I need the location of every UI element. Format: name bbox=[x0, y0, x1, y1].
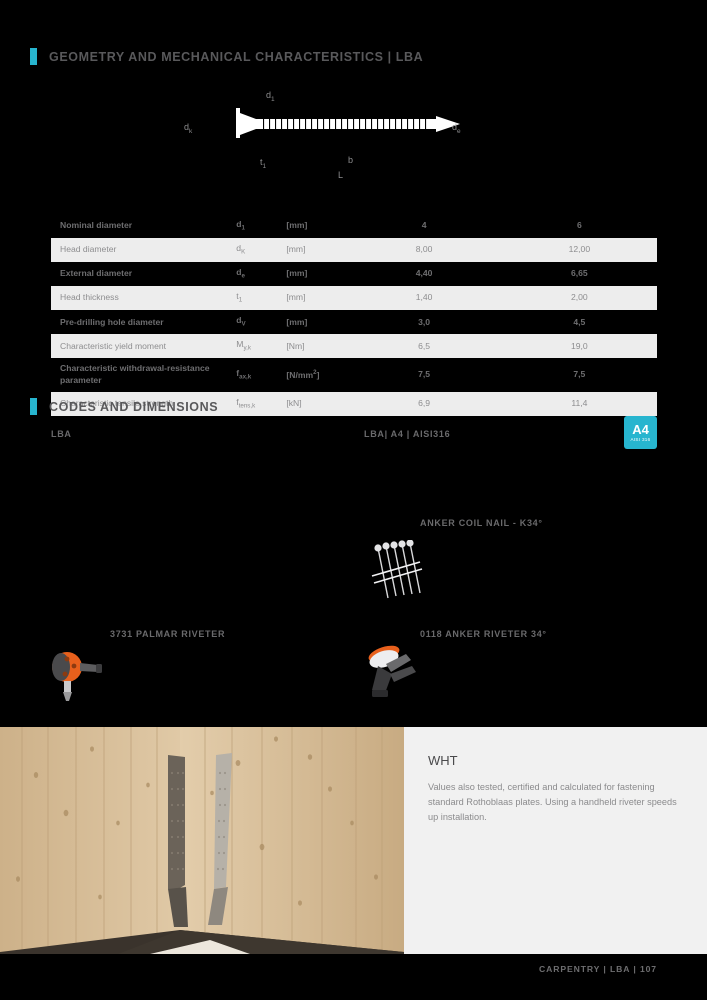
section-heading-geometry: GEOMETRY AND MECHANICAL CHARACTERISTICS … bbox=[30, 48, 423, 65]
spec-row: Nominal diameter d1 [mm] 4 6 bbox=[51, 214, 657, 239]
spec-row-unit: [mm] bbox=[286, 316, 308, 327]
section-heading-codes: CODES AND DIMENSIONS bbox=[30, 398, 218, 415]
bottom-band: WHT Values also tested, certified and ca… bbox=[0, 727, 707, 954]
spec-row-value-d4: 4 bbox=[421, 220, 427, 231]
spec-row-value-d4: 8,00 bbox=[415, 244, 433, 255]
anker-riveter-icon bbox=[362, 640, 422, 711]
spec-row-symbol: fax,k bbox=[236, 368, 252, 381]
spec-row-unit: [mm] bbox=[286, 244, 306, 255]
spec-row-unit: [kN] bbox=[286, 397, 302, 408]
accent-bar-2 bbox=[30, 398, 37, 415]
diagram-label-de: de bbox=[452, 122, 461, 135]
note-panel: WHT Values also tested, certified and ca… bbox=[404, 727, 707, 954]
spec-row-symbol: de bbox=[236, 267, 245, 280]
section-title-geometry: GEOMETRY AND MECHANICAL CHARACTERISTICS … bbox=[49, 49, 424, 64]
spec-row-unit: [N/mm2] bbox=[286, 368, 320, 380]
spec-row: Characteristic withdrawal-resistance par… bbox=[51, 358, 657, 392]
spec-table: Nominal diameter d1 [mm] 4 6 Head diameter dK [… bbox=[51, 214, 657, 416]
spec-row: External diameter de [mm] 4,40 6,65 bbox=[51, 262, 657, 287]
spec-row-name: External diameter bbox=[60, 268, 133, 279]
spec-row-unit: [mm] bbox=[286, 292, 306, 303]
spec-row-value-d6: 4,5 bbox=[573, 316, 586, 327]
diagram-label-t1: t1 bbox=[260, 157, 267, 170]
spec-row: Head thickness t1 [mm] 1,40 2,00 bbox=[51, 286, 657, 311]
nail-diagram-svg bbox=[236, 108, 460, 138]
spec-row-name: Characteristic yield moment bbox=[60, 340, 167, 351]
coil-nail-strip-icon bbox=[370, 539, 428, 613]
diagram-label-b: b bbox=[348, 155, 354, 165]
spec-row-value-d6: 12,00 bbox=[568, 244, 591, 255]
spec-table-body: Nominal diameter d1 [mm] 4 6 Head diameter dK [… bbox=[51, 214, 657, 416]
spec-row: Head diameter dK [mm] 8,00 12,00 bbox=[51, 238, 657, 263]
spec-row-value-d6: 11,4 bbox=[571, 397, 588, 408]
spec-row-name: Head diameter bbox=[60, 244, 117, 255]
spec-row-value-d4: 7,5 bbox=[418, 369, 431, 380]
spec-row-value-d4: 6,5 bbox=[418, 340, 431, 351]
subtitle-palmar-riveter: 3731 PALMAR RIVETER bbox=[110, 629, 226, 639]
note-title: WHT bbox=[428, 753, 458, 768]
a4-badge-top: A4 bbox=[632, 422, 649, 437]
section-title-codes: CODES AND DIMENSIONS bbox=[49, 399, 219, 414]
palmar-riveter-icon bbox=[50, 645, 106, 710]
spec-row-unit: [mm] bbox=[286, 268, 308, 279]
spec-row-value-d6: 7,5 bbox=[573, 369, 586, 380]
page-footer: CARPENTRY | LBA | 107 bbox=[539, 964, 657, 974]
spec-row: Characteristic yield moment My,k [Nm] 6,5 19… bbox=[51, 334, 657, 359]
subtitle-lba: LBA bbox=[51, 429, 72, 439]
subtitle-coil-nail: ANKER COIL NAIL - K34° bbox=[420, 518, 543, 528]
spec-row-value-d6: 2,00 bbox=[570, 292, 588, 303]
spec-row-value-d4: 3,0 bbox=[418, 316, 431, 327]
spec-row-symbol: ftens,k bbox=[236, 396, 256, 410]
spec-row-symbol: dK bbox=[236, 243, 246, 256]
a4-badge: A4 AISI 316 bbox=[624, 416, 657, 449]
spec-row-value-d4: 4,40 bbox=[415, 268, 433, 279]
spec-row-unit: [Nm] bbox=[286, 340, 305, 351]
nail-diagram: d1 dk de t1 b L bbox=[170, 85, 500, 185]
spec-row-value-d6: 6,65 bbox=[570, 268, 588, 279]
spec-row-name: Pre-drilling hole diameter bbox=[60, 316, 164, 327]
diagram-label-L: L bbox=[338, 170, 344, 180]
subtitle-anker-riveter: 0118 ANKER RIVETER 34° bbox=[420, 629, 547, 639]
spec-row-symbol: t1 bbox=[236, 291, 243, 304]
diagram-label-dk: dk bbox=[184, 122, 193, 135]
spec-row: Pre-drilling hole diameter dV [mm] 3,0 4,5 bbox=[51, 310, 657, 335]
spec-row-value-d6: 6 bbox=[576, 220, 582, 231]
spec-row-name: Nominal diameter bbox=[60, 220, 133, 231]
spec-row-value-d6: 19,0 bbox=[570, 340, 588, 351]
application-photo bbox=[0, 727, 404, 954]
spec-row-symbol: My,k bbox=[236, 339, 251, 353]
spec-row-name: Head thickness bbox=[60, 292, 119, 303]
spec-row-symbol: dV bbox=[236, 315, 246, 329]
spec-row-value-d4: 6,9 bbox=[418, 397, 431, 408]
spec-row-value-d4: 1,40 bbox=[415, 292, 433, 303]
catalog-page: GEOMETRY AND MECHANICAL CHARACTERISTICS … bbox=[0, 0, 707, 1000]
spec-row-name: Characteristic withdrawal-resistance par… bbox=[60, 363, 210, 386]
accent-bar bbox=[30, 48, 37, 65]
note-body: Values also tested, certified and calcul… bbox=[428, 782, 677, 823]
a4-badge-bottom: AISI 316 bbox=[630, 437, 651, 442]
spec-row-unit: [mm] bbox=[286, 220, 308, 231]
spec-row-symbol: d1 bbox=[236, 219, 245, 232]
subtitle-lba-a4: LBA| A4 | AISI316 bbox=[364, 429, 451, 439]
diagram-label-d1: d1 bbox=[266, 90, 275, 103]
